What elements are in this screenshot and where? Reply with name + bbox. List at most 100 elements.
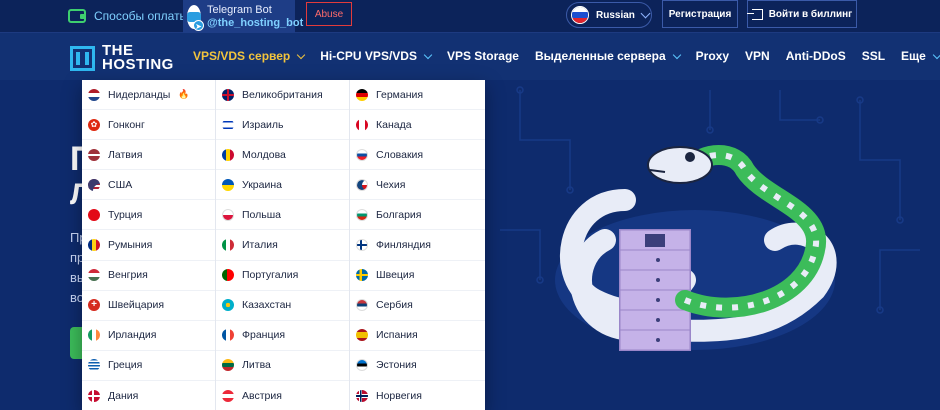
- location-italy[interactable]: Италия: [216, 230, 349, 261]
- main-nav: THE HOSTING VPS/VDS сервер Hi-CPU VPS/VD…: [0, 33, 940, 80]
- location-lithuania[interactable]: Литва: [216, 351, 349, 381]
- location-label: Казахстан: [242, 299, 292, 312]
- poland-flag-icon: [222, 208, 234, 221]
- register-button[interactable]: Регистрация: [662, 0, 738, 28]
- location-ukraine[interactable]: Украина: [216, 170, 349, 201]
- nav-item-ssl[interactable]: SSL: [862, 49, 885, 63]
- hungary-flag-icon: [88, 269, 100, 282]
- location-estonia[interactable]: Эстония: [350, 351, 485, 381]
- location-label: Польша: [242, 208, 282, 221]
- telegram-bot-text: Telegram Bot @the_hosting_bot: [207, 4, 303, 30]
- greece-flag-icon: [88, 359, 100, 372]
- nav-item-vps-storage[interactable]: VPS Storage: [447, 49, 519, 63]
- location-uk[interactable]: Великобритания: [216, 80, 349, 111]
- telegram-bot-link[interactable]: ➤ Telegram Bot @the_hosting_bot: [183, 0, 303, 33]
- bulgaria-flag-icon: [356, 208, 368, 221]
- location-label: Франция: [242, 329, 286, 342]
- login-icon: [746, 8, 763, 20]
- snake-head-icon: [647, 146, 713, 184]
- location-latvia[interactable]: Латвия: [82, 140, 215, 171]
- location-label: Сербия: [376, 299, 413, 312]
- nav-item-label: VPS Storage: [446, 49, 519, 63]
- location-label: Молдова: [242, 148, 286, 161]
- location-germany[interactable]: Германия: [350, 80, 485, 111]
- nav-item-label: Выделенные сервера: [534, 49, 666, 63]
- location-austria[interactable]: Австрия: [216, 381, 349, 410]
- location-usa[interactable]: США: [82, 170, 215, 201]
- canada-flag-icon: [356, 118, 368, 131]
- slovakia-flag-icon: [356, 148, 368, 161]
- location-label: Австрия: [242, 389, 282, 402]
- uk-flag-icon: [222, 88, 234, 101]
- location-denmark[interactable]: Дания: [82, 381, 215, 410]
- location-turkey[interactable]: Турция: [82, 200, 215, 231]
- location-serbia[interactable]: Сербия: [350, 291, 485, 321]
- location-sweden[interactable]: Швеция: [350, 261, 485, 291]
- location-label: Украина: [242, 178, 282, 191]
- location-label: Израиль: [242, 118, 284, 131]
- czechia-flag-icon: [356, 178, 368, 191]
- nav-item-proxy[interactable]: Proxy: [696, 49, 729, 63]
- russia-flag-icon: [571, 6, 589, 24]
- abuse-button[interactable]: Abuse: [306, 2, 352, 26]
- chevron-down-icon: [672, 50, 681, 59]
- location-label: Германия: [376, 88, 424, 101]
- billing-login-button[interactable]: Войти в биллинг: [746, 0, 857, 28]
- switzerland-flag-icon: +: [88, 299, 100, 312]
- server-rack-icon: [619, 229, 691, 351]
- dropdown-column-2: Великобритания Израиль Молдова Украина П…: [216, 80, 350, 410]
- location-label: Литва: [242, 359, 271, 372]
- location-israel[interactable]: Израиль: [216, 110, 349, 141]
- chevron-down-icon: [297, 50, 306, 59]
- turkey-flag-icon: [88, 208, 100, 221]
- location-spain[interactable]: Испания: [350, 321, 485, 351]
- location-poland[interactable]: Польша: [216, 200, 349, 231]
- location-kazakhstan[interactable]: Казахстан: [216, 291, 349, 321]
- location-moldova[interactable]: Молдова: [216, 140, 349, 171]
- location-label: Великобритания: [242, 88, 323, 101]
- location-netherlands[interactable]: Нидерланды 🔥: [82, 80, 215, 111]
- vps-location-dropdown: Нидерланды 🔥 ✿ Гонконг Латвия США Турция…: [82, 80, 485, 410]
- location-finland[interactable]: Финляндия: [350, 230, 485, 261]
- nav-item-vpn[interactable]: VPN: [745, 49, 770, 63]
- nav-item-more[interactable]: Еще: [901, 49, 940, 63]
- location-label: Турция: [108, 208, 143, 221]
- nav-item-label: VPN: [745, 49, 770, 63]
- sweden-flag-icon: [356, 269, 368, 282]
- location-slovakia[interactable]: Словакия: [350, 140, 485, 171]
- location-label: Греция: [108, 359, 143, 372]
- nav-item-label: Proxy: [695, 49, 730, 63]
- location-hong-kong[interactable]: ✿ Гонконг: [82, 110, 215, 141]
- location-hungary[interactable]: Венгрия: [82, 261, 215, 291]
- location-ireland[interactable]: Ирландия: [82, 321, 215, 351]
- location-romania[interactable]: Румыния: [82, 230, 215, 261]
- nav-item-antiddos[interactable]: Anti-DDoS: [786, 49, 846, 63]
- dropdown-column-1: Нидерланды 🔥 ✿ Гонконг Латвия США Турция…: [82, 80, 216, 410]
- nav-item-dedicated[interactable]: Выделенные сервера: [534, 49, 681, 63]
- location-czechia[interactable]: Чехия: [350, 170, 485, 201]
- chevron-down-icon: [423, 50, 433, 59]
- nav-item-label: VPS/VDS сервер: [193, 49, 291, 63]
- location-canada[interactable]: Канада: [350, 110, 485, 141]
- payment-methods-link[interactable]: Способы оплаты: [68, 6, 188, 26]
- spain-flag-icon: [356, 329, 368, 342]
- norway-flag-icon: [356, 389, 368, 402]
- usa-flag-icon: [88, 178, 100, 191]
- nav-item-vps[interactable]: VPS/VDS сервер: [193, 49, 306, 63]
- location-switzerland[interactable]: + Швейцария: [82, 291, 215, 321]
- location-france[interactable]: Франция: [216, 321, 349, 351]
- location-portugal[interactable]: Португалия: [216, 261, 349, 291]
- israel-flag-icon: [222, 118, 234, 131]
- location-norway[interactable]: Норвегия: [350, 381, 485, 410]
- location-label: Финляндия: [376, 239, 431, 252]
- location-label: Болгария: [376, 208, 422, 221]
- language-selector[interactable]: Russian: [566, 2, 652, 28]
- nav-item-hicpu[interactable]: Hi-CPU VPS/VDS: [320, 49, 433, 63]
- denmark-flag-icon: [88, 389, 100, 402]
- logo-mark-icon: [70, 45, 95, 71]
- chevron-down-icon: [640, 8, 651, 18]
- site-logo[interactable]: THE HOSTING: [70, 43, 174, 72]
- location-bulgaria[interactable]: Болгария: [350, 200, 485, 231]
- location-greece[interactable]: Греция: [82, 351, 215, 381]
- payment-methods-label: Способы оплаты: [94, 9, 189, 23]
